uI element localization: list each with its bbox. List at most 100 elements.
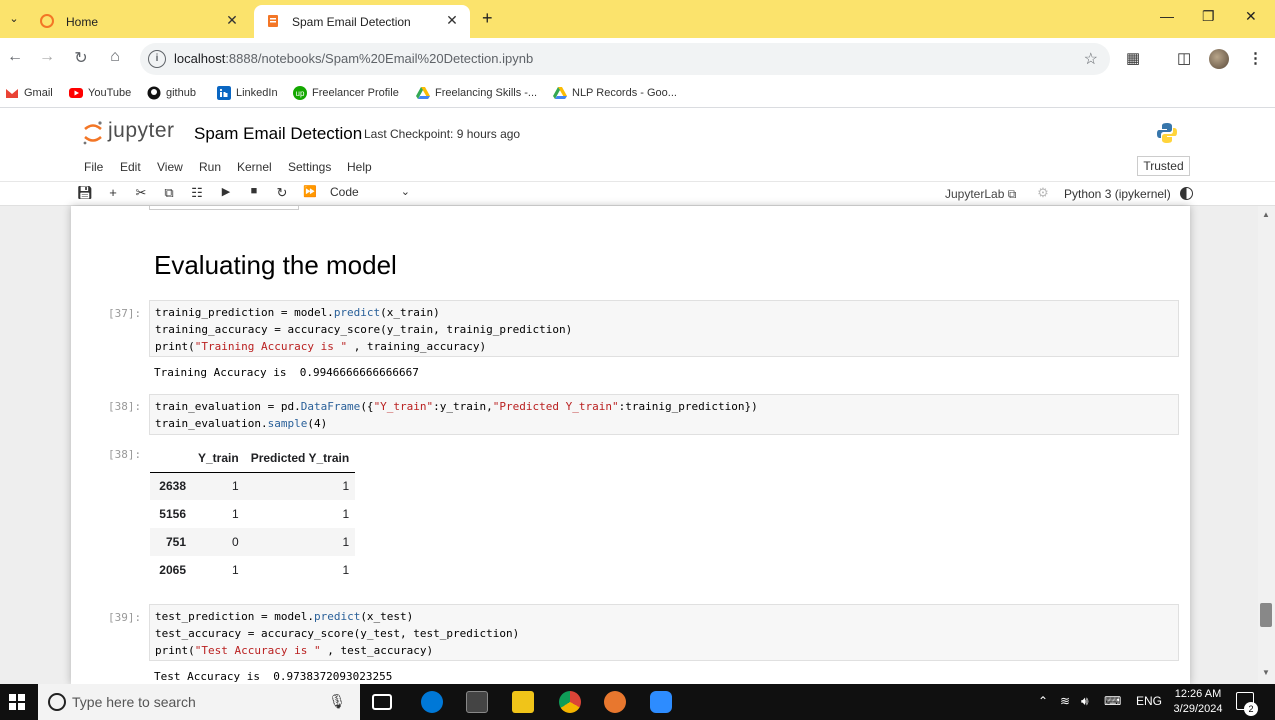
menu-edit[interactable]: Edit	[120, 160, 141, 174]
side-panel-icon[interactable]: ◫	[1177, 49, 1191, 67]
file-explorer-icon[interactable]	[512, 691, 534, 713]
volume-icon[interactable]: 🔊︎	[1081, 694, 1089, 709]
cell-type-select[interactable]: Code ⌄	[330, 185, 410, 203]
taskbar-app-icon[interactable]	[604, 691, 626, 713]
windows-start-icon[interactable]	[9, 694, 25, 710]
tab-search-chevron-icon[interactable]: ⌄	[4, 9, 24, 29]
extensions-puzzle-icon[interactable]: ▦	[1126, 49, 1140, 67]
jupyter-logo-icon[interactable]	[82, 120, 104, 146]
microsoft-store-icon[interactable]	[466, 691, 488, 713]
tab-spam-close-icon[interactable]: ✕	[444, 12, 460, 29]
bookmark-freelancing-skills[interactable]: Freelancing Skills -...	[416, 86, 537, 100]
scroll-up-arrow-icon[interactable]: ▲	[1262, 210, 1270, 219]
previous-cell-edge	[149, 206, 299, 210]
home-icon[interactable]: ⌂	[104, 48, 126, 66]
tab-spam-email-detection[interactable]: Spam Email Detection ✕	[254, 5, 470, 38]
forward-arrow-icon[interactable]: →	[36, 48, 58, 66]
browser-toolbar: ← → ↻ ⌂ i localhost:8888/notebooks/Spam%…	[0, 38, 1275, 80]
index-header	[150, 444, 192, 473]
code-line: print("Training Accuracy is " , training…	[155, 340, 487, 353]
tab-spam-email-detection-label: Spam Email Detection	[292, 14, 411, 29]
address-bar[interactable]: i localhost:8888/notebooks/Spam%20Email%…	[140, 43, 1110, 75]
code-cell-37[interactable]: trainig_prediction = model.predict(x_tra…	[149, 300, 1179, 357]
taskbar-search-box[interactable]: Type here to search 🎙︎	[38, 684, 360, 720]
chrome-icon[interactable]	[559, 691, 581, 713]
jupyter-header: jupyter Spam Email Detection Last Checkp…	[0, 109, 1275, 206]
site-info-icon[interactable]: i	[148, 50, 166, 68]
menu-file[interactable]: File	[84, 160, 103, 174]
gmail-icon	[6, 89, 18, 98]
menu-kernel[interactable]: Kernel	[237, 160, 272, 174]
insert-cell-plus-icon[interactable]: +	[104, 185, 122, 200]
reload-icon[interactable]: ↻	[70, 48, 92, 68]
bookmark-star-icon[interactable]: ☆	[1084, 49, 1098, 69]
upwork-icon: up	[293, 86, 307, 100]
address-url[interactable]: localhost:8888/notebooks/Spam%20Email%20…	[174, 51, 533, 66]
code-cell-38[interactable]: train_evaluation = pd.DataFrame({"Y_trai…	[149, 394, 1179, 435]
interrupt-stop-icon[interactable]: ■	[245, 185, 263, 197]
bookmark-freelancer-profile[interactable]: up Freelancer Profile	[293, 86, 399, 100]
bookmark-youtube[interactable]: YouTube	[69, 86, 131, 100]
wifi-icon[interactable]: ≋	[1060, 694, 1070, 708]
external-link-icon: ⧉	[1007, 187, 1017, 201]
table-cell: 1	[342, 535, 350, 549]
bookmark-gmail[interactable]: Gmail	[5, 86, 53, 100]
cut-scissors-icon[interactable]: ✂	[132, 185, 150, 201]
kernel-status-icon	[1180, 187, 1193, 200]
menu-help[interactable]: Help	[347, 160, 372, 174]
back-arrow-icon[interactable]: ←	[4, 48, 26, 66]
task-view-icon[interactable]	[372, 694, 392, 710]
show-hidden-icons-chevron-icon[interactable]: ⌃	[1038, 694, 1048, 708]
profile-avatar[interactable]	[1209, 49, 1229, 69]
kernel-gear-icon: ⚙	[1037, 185, 1049, 200]
trusted-badge[interactable]: Trusted	[1137, 156, 1190, 176]
notebook-tab-favicon-icon	[268, 15, 278, 27]
zoom-icon[interactable]	[650, 691, 672, 713]
table-cell: 1	[232, 507, 239, 521]
code-line: train_evaluation = pd.DataFrame({"Y_trai…	[155, 400, 758, 413]
chrome-menu-kebab-icon[interactable]: ⋮	[1248, 49, 1263, 67]
menu-view[interactable]: View	[157, 160, 183, 174]
copy-icon[interactable]: ⧉	[160, 185, 178, 201]
run-play-icon[interactable]: ▶	[217, 185, 235, 198]
edge-browser-icon[interactable]	[421, 691, 443, 713]
cell-38-prompt: [38]:	[108, 400, 142, 413]
notebook-title[interactable]: Spam Email Detection	[194, 124, 362, 144]
code-cell-39[interactable]: test_prediction = model.predict(x_test) …	[149, 604, 1179, 661]
jupyterlab-link[interactable]: JupyterLab ⧉	[945, 187, 1016, 202]
tab-home-close-icon[interactable]: ✕	[224, 12, 240, 29]
save-icon[interactable]: 💾︎	[76, 185, 94, 201]
bookmark-nlp-label: NLP Records - Goo...	[572, 87, 677, 99]
menu-settings[interactable]: Settings	[288, 160, 331, 174]
kernel-name[interactable]: Python 3 (ipykernel)	[1064, 187, 1171, 201]
taskbar-clock[interactable]: 12:26 AM 3/29/2024	[1170, 687, 1226, 717]
taskbar-search-placeholder: Type here to search	[72, 694, 196, 710]
window-restore-icon[interactable]: ❐	[1202, 8, 1215, 25]
table-row: 2638 1 1	[150, 472, 356, 500]
cell-39-output: Test Accuracy is 0.9738372093023255	[154, 670, 393, 683]
window-minimize-icon[interactable]: —	[1160, 8, 1174, 24]
bookmark-linkedin[interactable]: LinkedIn	[217, 86, 278, 100]
new-tab-plus-icon[interactable]: +	[482, 8, 493, 29]
scroll-down-arrow-icon[interactable]: ▼	[1262, 668, 1270, 677]
bookmark-github-label: github	[166, 87, 196, 99]
language-indicator[interactable]: ENG	[1136, 694, 1162, 708]
scrollbar-thumb[interactable]	[1260, 603, 1272, 627]
column-header: Predicted Y_train	[244, 444, 356, 473]
cell-37-prompt: [37]:	[108, 307, 142, 320]
paste-icon[interactable]: ☷	[188, 185, 206, 201]
tab-home-label: Home	[66, 14, 99, 29]
bookmark-youtube-label: YouTube	[88, 87, 132, 99]
restart-run-all-icon[interactable]: ⏩	[301, 185, 319, 198]
keyboard-icon[interactable]: ⌨	[1104, 694, 1121, 708]
bookmark-github[interactable]: github	[147, 86, 196, 100]
bookmark-nlp-records[interactable]: NLP Records - Goo...	[553, 86, 677, 100]
tab-home[interactable]: Home ✕	[28, 5, 250, 38]
restart-kernel-icon[interactable]: ↻	[273, 185, 291, 201]
menu-run[interactable]: Run	[199, 160, 221, 174]
last-checkpoint: Last Checkpoint: 9 hours ago	[364, 127, 521, 141]
window-close-icon[interactable]: ✕	[1245, 8, 1257, 25]
microphone-icon[interactable]: 🎙︎	[328, 693, 346, 710]
jupyter-logo-text[interactable]: jupyter	[108, 119, 175, 143]
code-line: print("Test Accuracy is " , test_accurac…	[155, 644, 434, 657]
